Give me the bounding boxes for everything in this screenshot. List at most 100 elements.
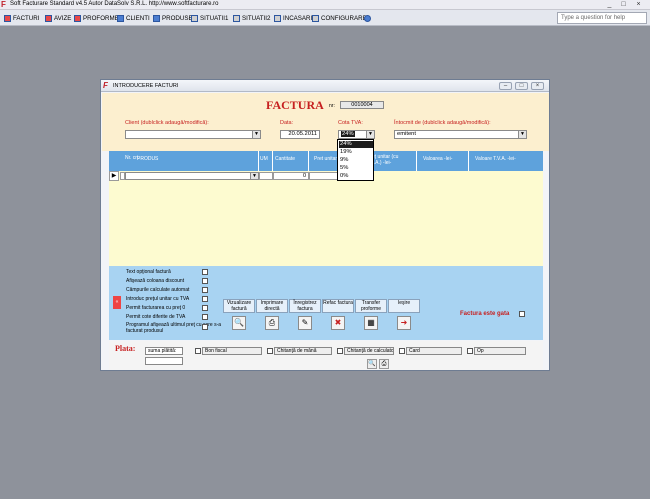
redo-invoice-label[interactable]: Refac factura [322, 299, 354, 313]
vat-option[interactable]: 9% [339, 157, 373, 164]
print-direct-label[interactable]: Imprimare directă [256, 299, 288, 313]
op-label: Op [474, 347, 526, 355]
minimize-icon[interactable]: _ [604, 1, 615, 9]
nr-label: nr: [329, 103, 335, 109]
option-checkbox[interactable] [202, 314, 208, 320]
col-um: UM [260, 156, 268, 162]
preview-icon[interactable]: 🔍 [232, 316, 246, 330]
option-checkbox[interactable] [202, 278, 208, 284]
payment-label: Plata: [115, 344, 136, 353]
dialog-maximize-icon[interactable]: □ [515, 82, 528, 90]
menu-item-incasari[interactable]: INCASARI [274, 13, 312, 23]
app-logo-icon: F [1, 0, 6, 9]
col-produs: PRODUS [137, 156, 159, 162]
dialog-title: INTRODUCERE FACTURI [113, 83, 179, 89]
vat-select[interactable]: 24% ▼ [338, 130, 375, 139]
help-search-input[interactable]: Type a question for help [557, 12, 647, 24]
printer-icon[interactable]: ⎙ [265, 316, 279, 330]
menu-item-situatii1[interactable]: SITUATII1 [191, 13, 228, 23]
transfer-proforma-label[interactable]: Transfer proforme [355, 299, 387, 313]
delivery-note-icon [45, 14, 52, 22]
dialog-close-icon[interactable]: × [531, 82, 544, 90]
option-checkbox[interactable] [202, 269, 208, 275]
app-titlebar: F Soft Facturare Standard v4.5 Autor Dat… [0, 0, 650, 10]
card-label: Card [406, 347, 462, 355]
preview-receipt-icon[interactable]: 🔍 [367, 359, 377, 369]
vat-option[interactable]: 24% [339, 141, 373, 148]
option-label: Permit facturarea cu preţ 0 [126, 305, 186, 311]
option-checkbox[interactable] [202, 324, 208, 330]
menu-item-produse[interactable]: PRODUSE [153, 13, 193, 23]
menu-item-proforme[interactable]: PROFORME [74, 13, 119, 23]
invoice-header: FACTURA nr: 0010004 Client (dublclick ad… [102, 93, 549, 151]
clients-icon [117, 14, 124, 22]
chevron-down-icon: ▼ [366, 131, 374, 138]
col-cantitate: Cantitate [275, 156, 296, 162]
dialog-logo-icon: F [103, 81, 108, 90]
close-icon[interactable]: × [633, 1, 644, 9]
vat-label: Cota TVA: [338, 120, 363, 126]
prepared-by-select[interactable]: emitent ▼ [394, 130, 527, 139]
invoice-number: 0010004 [340, 101, 384, 109]
cell-cantitate[interactable]: 0 [273, 172, 309, 180]
chevron-down-icon: ▼ [518, 131, 526, 138]
vat-option[interactable]: 0% [339, 173, 373, 180]
dialog-titlebar: F INTRODUCERE FACTURI – □ × [101, 80, 549, 92]
print-receipt-icon[interactable]: ⎙ [379, 359, 389, 369]
menu-item-facturi[interactable]: FACTURI [4, 13, 39, 23]
menu-item-avize[interactable]: AVIZE [45, 13, 71, 23]
grid-header: Nr. crt. PRODUS UM Cantitate Pret unitar… [109, 151, 543, 171]
prepared-by-label: Întocmit de (dublclick adaugă/modifică): [394, 120, 491, 126]
preview-invoice-label[interactable]: Vizualizare factură [223, 299, 255, 313]
vat-option[interactable]: 19% [339, 149, 373, 156]
report-icon [191, 14, 198, 22]
sum-paid-label: suma plătită: [145, 347, 183, 355]
chitanta-mana-label: Chitanţă de mână [274, 347, 332, 355]
cell-produs-select[interactable]: ▼ [125, 172, 259, 180]
op-checkbox[interactable] [467, 348, 473, 354]
menu-item-clienti[interactable]: CLIENTI [117, 13, 150, 23]
redo-icon[interactable]: ✖ [331, 316, 345, 330]
col-valoare-tva: Valoare T.V.A. -lei- [475, 156, 516, 162]
invoice-ready-label: Factura este gata [460, 311, 510, 317]
maximize-icon[interactable]: □ [618, 1, 629, 9]
bon-fiscal-checkbox[interactable] [195, 348, 201, 354]
option-label: Permit cote diferite de TVA [126, 314, 186, 320]
date-field[interactable]: 20.05.2011 [280, 130, 320, 139]
menu-help-icon[interactable] [364, 13, 373, 23]
vat-dropdown-list: 24% 19% 9% 5% 0% [337, 139, 374, 181]
menu-item-situatii2[interactable]: SITUATII2 [233, 13, 270, 23]
cash-icon [274, 14, 281, 22]
chitanta-calculator-checkbox[interactable] [337, 348, 343, 354]
card-checkbox[interactable] [399, 348, 405, 354]
option-label: Afişează coloana discount [126, 278, 185, 284]
save-icon[interactable]: ✎ [298, 316, 312, 330]
client-select[interactable]: ▼ [125, 130, 261, 139]
dialog-minimize-icon[interactable]: – [499, 82, 512, 90]
chevron-down-icon: ▼ [252, 131, 260, 138]
menu-item-configurare[interactable]: CONFIGURARE [312, 13, 367, 23]
transfer-icon[interactable]: ▦ [364, 316, 378, 330]
invoice-ready-checkbox[interactable] [519, 311, 525, 317]
report-icon [233, 14, 240, 22]
option-label: Câmpurile calculate automat [126, 287, 190, 293]
sum-paid-input[interactable] [145, 357, 183, 365]
row-selector-icon[interactable]: ▶ [109, 171, 119, 181]
save-invoice-label[interactable]: Înregistrez factura [289, 299, 321, 313]
option-checkbox[interactable] [202, 305, 208, 311]
client-label: Client (dublclick adaugă/modifică): [125, 120, 209, 126]
option-checkbox[interactable] [202, 296, 208, 302]
exit-icon[interactable]: ➜ [397, 316, 411, 330]
chitanta-mana-checkbox[interactable] [267, 348, 273, 354]
option-checkbox[interactable] [202, 287, 208, 293]
collapse-panel-button[interactable]: « [113, 296, 121, 309]
gear-icon [312, 14, 319, 22]
menu-bar: FACTURI AVIZE PROFORME CLIENTI PRODUSE S… [0, 10, 650, 26]
proforma-icon [74, 14, 81, 22]
form-title: FACTURA [266, 98, 324, 112]
exit-label[interactable]: Ieşire [388, 299, 420, 313]
cell-um[interactable] [259, 172, 273, 180]
vat-option[interactable]: 5% [339, 165, 373, 172]
app-title: Soft Facturare Standard v4.5 Autor DataS… [10, 1, 219, 7]
option-label: Text opţional factură [126, 269, 171, 275]
